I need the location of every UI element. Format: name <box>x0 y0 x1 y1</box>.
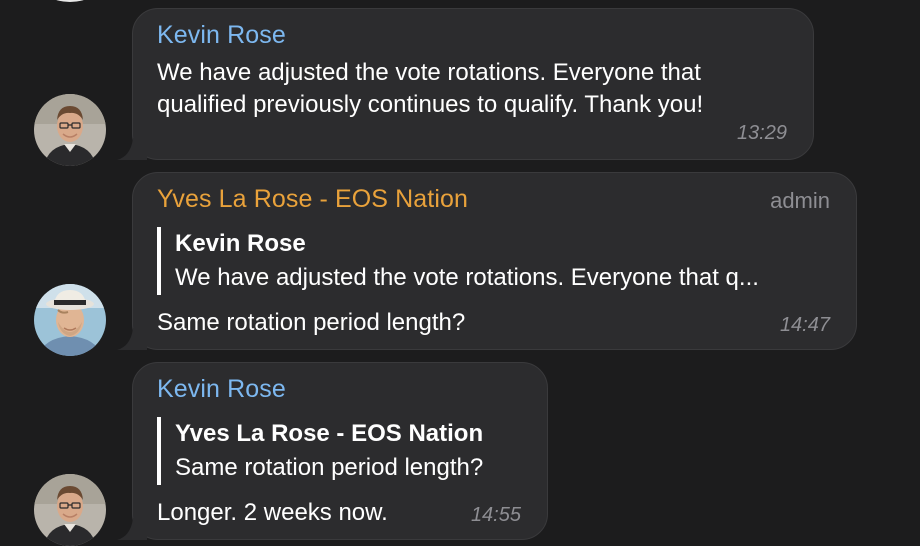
reply-quote-sender: Yves La Rose - EOS Nation <box>175 420 484 447</box>
avatar-kevin-rose[interactable] <box>34 474 106 546</box>
message-sender[interactable]: Kevin Rose <box>157 375 286 404</box>
avatar[interactable] <box>40 0 100 2</box>
reply-quote-text: We have adjusted the vote rotations. Eve… <box>175 264 759 291</box>
message-time: 14:47 <box>779 314 830 336</box>
message-text-line: We have adjusted the vote rotations. Eve… <box>157 59 701 86</box>
avatar-kevin-rose[interactable] <box>34 94 106 166</box>
message-text-line: qualified previously continues to qualif… <box>157 91 704 118</box>
bubble-tail-icon <box>117 518 147 540</box>
message-sender[interactable]: Kevin Rose <box>157 21 286 50</box>
message-bubble[interactable]: Yves La Rose - EOS Nation admin Kevin Ro… <box>117 172 857 350</box>
message-text: Same rotation period length? <box>157 309 466 336</box>
reply-quote[interactable]: Kevin Rose We have adjusted the vote rot… <box>157 227 837 295</box>
message-bubble[interactable]: Kevin Rose We have adjusted the vote rot… <box>117 8 814 160</box>
message-sender[interactable]: Yves La Rose - EOS Nation <box>157 185 468 214</box>
message-text: We have adjusted the vote rotations. Eve… <box>157 57 703 121</box>
bubble-tail-icon <box>117 138 147 160</box>
reply-quote-sender: Kevin Rose <box>175 230 306 257</box>
message-bubble[interactable]: Kevin Rose Yves La Rose - EOS Nation Sam… <box>117 362 548 540</box>
admin-badge: admin <box>770 188 830 213</box>
bubble-tail-icon <box>117 328 147 350</box>
avatar-yves-la-rose[interactable] <box>34 284 106 356</box>
message-time: 13:29 <box>736 122 787 144</box>
reply-quote[interactable]: Yves La Rose - EOS Nation Same rotation … <box>157 417 527 485</box>
message-time: 14:55 <box>470 504 521 526</box>
message-text: Longer. 2 weeks now. <box>157 499 388 526</box>
chat-message-list[interactable]: Kevin Rose We have adjusted the vote rot… <box>0 0 920 546</box>
reply-quote-text: Same rotation period length? <box>175 454 484 481</box>
